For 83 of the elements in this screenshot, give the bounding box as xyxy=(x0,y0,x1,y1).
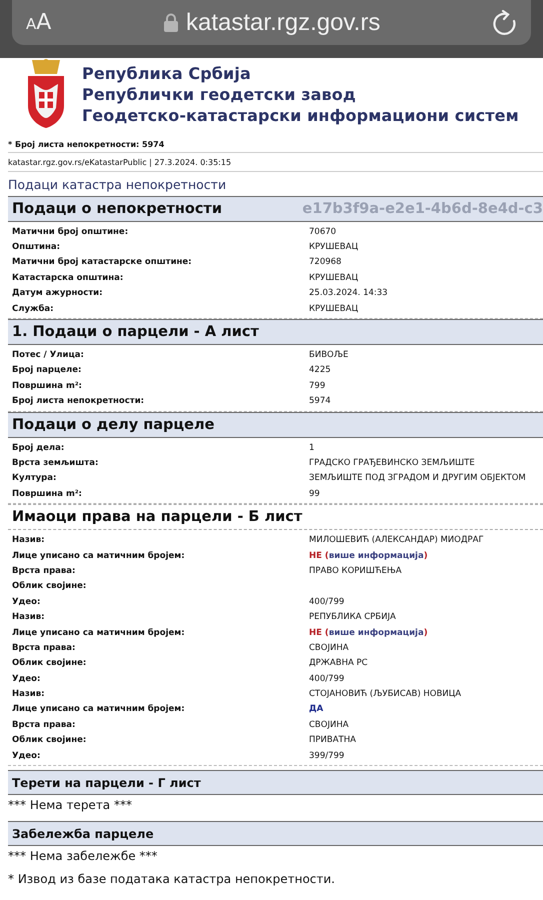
section-title: Имаоци права на парцели - Б лист xyxy=(12,509,302,526)
field-value: 720968 xyxy=(309,257,342,268)
field-label: Катастарска општина: xyxy=(12,272,124,283)
section-title: Забележба парцеле xyxy=(12,826,154,841)
field-label: Култура: xyxy=(12,473,58,484)
field-label: Матични број општине: xyxy=(12,226,130,237)
field-label: Назив: xyxy=(12,612,46,622)
field-value: 399/799 xyxy=(309,750,344,761)
header-title: Република Србија xyxy=(82,62,252,84)
field-label: Лице уписано са матичним бројем: xyxy=(12,704,186,714)
field-label: Број листа непокретности: xyxy=(12,396,146,406)
more-info-link[interactable]: више информација xyxy=(328,550,424,561)
field-value: СТОЈАНОВИЋ (ЉУБИСАВ) НОВИЦА xyxy=(309,689,462,700)
url-text[interactable]: katastar.rgz.gov.rs xyxy=(186,8,380,36)
field-value: 799 xyxy=(309,380,326,391)
field-label: Удео: xyxy=(12,596,42,607)
field-value: ДРЖАВНА РС xyxy=(309,658,368,668)
record-id-text: e17b3f9a-e2e1-4b6d-8e4d-c3 xyxy=(302,201,543,217)
header-title: Геодетско-катастарски информациони систем xyxy=(82,104,519,126)
footer-text: * Извод из базе података катастра непокретности. xyxy=(8,871,336,888)
field-value: КРУШЕВАЦ xyxy=(309,272,358,283)
text-size-button[interactable]: AA xyxy=(26,10,52,35)
field-value: 400/799 xyxy=(309,674,344,684)
section-title: Терети на парцели - Г лист xyxy=(12,776,201,790)
field-value: КРУШЕВАЦ xyxy=(309,242,358,252)
status-text: НЕ xyxy=(309,550,322,561)
field-label: Површина m²: xyxy=(12,488,83,499)
field-label: Врста земљишта: xyxy=(12,458,100,468)
field-label: Облик својине: xyxy=(12,735,88,746)
field-label: Облик својине: xyxy=(12,658,88,668)
field-label: Број парцеле: xyxy=(12,365,82,376)
field-label: Општина: xyxy=(12,242,62,252)
field-value: 5974 xyxy=(309,396,331,406)
field-label: Датум ажурности: xyxy=(12,288,104,298)
field-label: Лице уписано са матичним бројем: xyxy=(12,550,186,561)
field-value: 4225 xyxy=(309,365,331,376)
status-text: ДА xyxy=(309,704,324,714)
source-text: katastar.rgz.gov.rs/eKatastarPublic | 27.3.2024. 0:35:15 xyxy=(8,153,543,172)
field-label: Назив: xyxy=(12,689,46,700)
field-value: ЗЕМЉИШТЕ ПОД ЗГРАДОМ И ДРУГИМ ОБЈЕКТОМ xyxy=(309,473,526,484)
field-value: КРУШЕВАЦ xyxy=(309,304,358,314)
field-value: СВОЈИНА xyxy=(309,720,349,730)
field-value: 400/799 xyxy=(309,596,344,607)
link-paren: ) xyxy=(424,550,428,561)
page-title: Подаци катастра непокретности xyxy=(8,176,228,194)
field-value: 99 xyxy=(309,488,320,499)
section-title: Подаци о непокретности xyxy=(12,201,222,217)
section-title: 1. Подаци о парцели - А лист xyxy=(12,324,259,340)
field-label: Врста права: xyxy=(12,720,76,730)
field-value: РЕПУБЛИКА СРБИЈА xyxy=(309,612,396,622)
link-paren: ( xyxy=(324,628,329,638)
note-text: *** Нема терета *** xyxy=(8,797,133,814)
field-label: Служба: xyxy=(12,304,55,314)
field-label: Врста права: xyxy=(12,566,76,576)
field-value: ПРИВАТНА xyxy=(309,735,356,746)
field-label: Удео: xyxy=(12,750,42,761)
lock-icon xyxy=(164,13,178,32)
field-value: СВОЈИНА xyxy=(309,642,349,653)
section-title: Подаци о делу парцеле xyxy=(12,416,214,433)
field-label: Врста права: xyxy=(12,642,76,653)
field-label: Облик својине: xyxy=(12,581,88,592)
reload-icon[interactable] xyxy=(493,10,517,36)
field-value: 1 xyxy=(309,442,314,453)
note-text: *** Нема забележбе *** xyxy=(8,848,158,866)
field-label: Површина m²: xyxy=(12,380,83,391)
field-value: ГРАДСКО ГРАЂЕВИНСКО ЗЕМЉИШТЕ xyxy=(309,458,475,468)
field-value: ПРАВО КОРИШЋЕЊА xyxy=(309,566,402,576)
field-label: Назив: xyxy=(12,535,46,546)
field-value: 70670 xyxy=(309,226,336,237)
field-value: 25.03.2024. 14:33 xyxy=(309,288,388,298)
sheet-number-text: * Број листа непокретности: 5974 xyxy=(8,130,543,153)
field-value: МИЛОШЕВИЋ (АЛЕКСАНДАР) МИОДРАГ xyxy=(309,535,484,546)
field-label: Матични број катастарске општине: xyxy=(12,257,193,268)
more-info-link[interactable]: више информација xyxy=(328,628,424,638)
header-title: Републички геодетски завод xyxy=(82,84,357,104)
field-label: Лице уписано са матичним бројем: xyxy=(12,628,186,638)
field-label: Број дела: xyxy=(12,442,66,453)
field-label: Удео: xyxy=(12,674,42,684)
field-label: Потес / Улица: xyxy=(12,350,85,360)
field-value: БИВОЉЕ xyxy=(309,350,348,360)
status-text: НЕ xyxy=(309,628,322,638)
link-paren: ( xyxy=(324,550,329,561)
link-paren: ) xyxy=(424,628,428,638)
